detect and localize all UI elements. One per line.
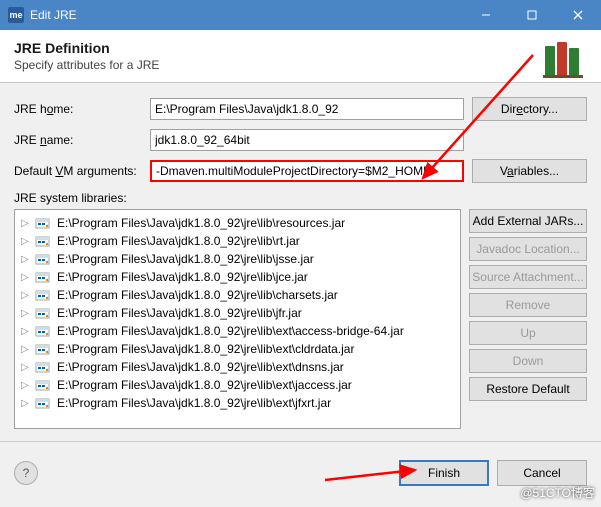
library-path: E:\Program Files\Java\jdk1.8.0_92\jre\li… <box>57 270 308 284</box>
move-up-button[interactable]: Up <box>469 321 587 345</box>
vm-args-input[interactable] <box>150 160 464 182</box>
banner-heading: JRE Definition <box>14 40 159 56</box>
library-path: E:\Program Files\Java\jdk1.8.0_92\jre\li… <box>57 360 344 374</box>
library-path: E:\Program Files\Java\jdk1.8.0_92\jre\li… <box>57 216 345 230</box>
expand-arrow-icon[interactable]: ▷ <box>21 272 31 283</box>
libraries-label: JRE system libraries: <box>14 191 587 205</box>
library-path: E:\Program Files\Java\jdk1.8.0_92\jre\li… <box>57 342 354 356</box>
library-icon <box>541 38 587 83</box>
cancel-button[interactable]: Cancel <box>497 460 587 486</box>
expand-arrow-icon[interactable]: ▷ <box>21 380 31 391</box>
jre-home-label: JRE home: <box>14 102 150 116</box>
library-path: E:\Program Files\Java\jdk1.8.0_92\jre\li… <box>57 306 302 320</box>
library-item[interactable]: ▷ E:\Program Files\Java\jdk1.8.0_92\jre\l… <box>17 286 458 304</box>
library-path: E:\Program Files\Java\jdk1.8.0_92\jre\li… <box>57 252 314 266</box>
library-item[interactable]: ▷ E:\Program Files\Java\jdk1.8.0_92\jre\l… <box>17 394 458 412</box>
banner: JRE Definition Specify attributes for a … <box>0 30 601 83</box>
library-item[interactable]: ▷ E:\Program Files\Java\jdk1.8.0_92\jre\l… <box>17 214 458 232</box>
library-item[interactable]: ▷ E:\Program Files\Java\jdk1.8.0_92\jre\l… <box>17 358 458 376</box>
finish-button[interactable]: Finish <box>399 460 489 486</box>
maximize-button[interactable] <box>509 0 555 30</box>
library-item[interactable]: ▷ E:\Program Files\Java\jdk1.8.0_92\jre\l… <box>17 268 458 286</box>
library-path: E:\Program Files\Java\jdk1.8.0_92\jre\li… <box>57 378 352 392</box>
library-item[interactable]: ▷ E:\Program Files\Java\jdk1.8.0_92\jre\l… <box>17 340 458 358</box>
expand-arrow-icon[interactable]: ▷ <box>21 218 31 229</box>
javadoc-location-button[interactable]: Javadoc Location... <box>469 237 587 261</box>
library-item[interactable]: ▷ E:\Program Files\Java\jdk1.8.0_92\jre\l… <box>17 304 458 322</box>
add-external-jars-button[interactable]: Add External JARs... <box>469 209 587 233</box>
remove-button[interactable]: Remove <box>469 293 587 317</box>
minimize-button[interactable] <box>463 0 509 30</box>
expand-arrow-icon[interactable]: ▷ <box>21 398 31 409</box>
vm-args-label: Default VM arguments: <box>14 164 150 178</box>
library-path: E:\Program Files\Java\jdk1.8.0_92\jre\li… <box>57 234 300 248</box>
banner-subtext: Specify attributes for a JRE <box>14 58 159 72</box>
close-button[interactable] <box>555 0 601 30</box>
jre-name-input[interactable] <box>150 129 464 151</box>
title-bar: me Edit JRE <box>0 0 601 30</box>
restore-default-button[interactable]: Restore Default <box>469 377 587 401</box>
variables-button[interactable]: Variables... <box>472 159 587 183</box>
move-down-button[interactable]: Down <box>469 349 587 373</box>
library-item[interactable]: ▷ E:\Program Files\Java\jdk1.8.0_92\jre\l… <box>17 232 458 250</box>
window-title: Edit JRE <box>30 8 463 22</box>
library-item[interactable]: ▷ E:\Program Files\Java\jdk1.8.0_92\jre\l… <box>17 250 458 268</box>
directory-button[interactable]: Directory... <box>472 97 587 121</box>
expand-arrow-icon[interactable]: ▷ <box>21 344 31 355</box>
expand-arrow-icon[interactable]: ▷ <box>21 308 31 319</box>
expand-arrow-icon[interactable]: ▷ <box>21 326 31 337</box>
library-path: E:\Program Files\Java\jdk1.8.0_92\jre\li… <box>57 396 331 410</box>
expand-arrow-icon[interactable]: ▷ <box>21 290 31 301</box>
jre-name-label: JRE name: <box>14 133 150 147</box>
library-item[interactable]: ▷ E:\Program Files\Java\jdk1.8.0_92\jre\l… <box>17 376 458 394</box>
library-path: E:\Program Files\Java\jdk1.8.0_92\jre\li… <box>57 324 404 338</box>
expand-arrow-icon[interactable]: ▷ <box>21 362 31 373</box>
libraries-tree[interactable]: ▷ E:\Program Files\Java\jdk1.8.0_92\jre\l… <box>14 209 461 429</box>
library-path: E:\Program Files\Java\jdk1.8.0_92\jre\li… <box>57 288 338 302</box>
help-button[interactable]: ? <box>14 461 38 485</box>
expand-arrow-icon[interactable]: ▷ <box>21 236 31 247</box>
library-item[interactable]: ▷ E:\Program Files\Java\jdk1.8.0_92\jre\l… <box>17 322 458 340</box>
expand-arrow-icon[interactable]: ▷ <box>21 254 31 265</box>
source-attachment-button[interactable]: Source Attachment... <box>469 265 587 289</box>
jre-home-input[interactable] <box>150 98 464 120</box>
app-icon: me <box>8 7 24 23</box>
